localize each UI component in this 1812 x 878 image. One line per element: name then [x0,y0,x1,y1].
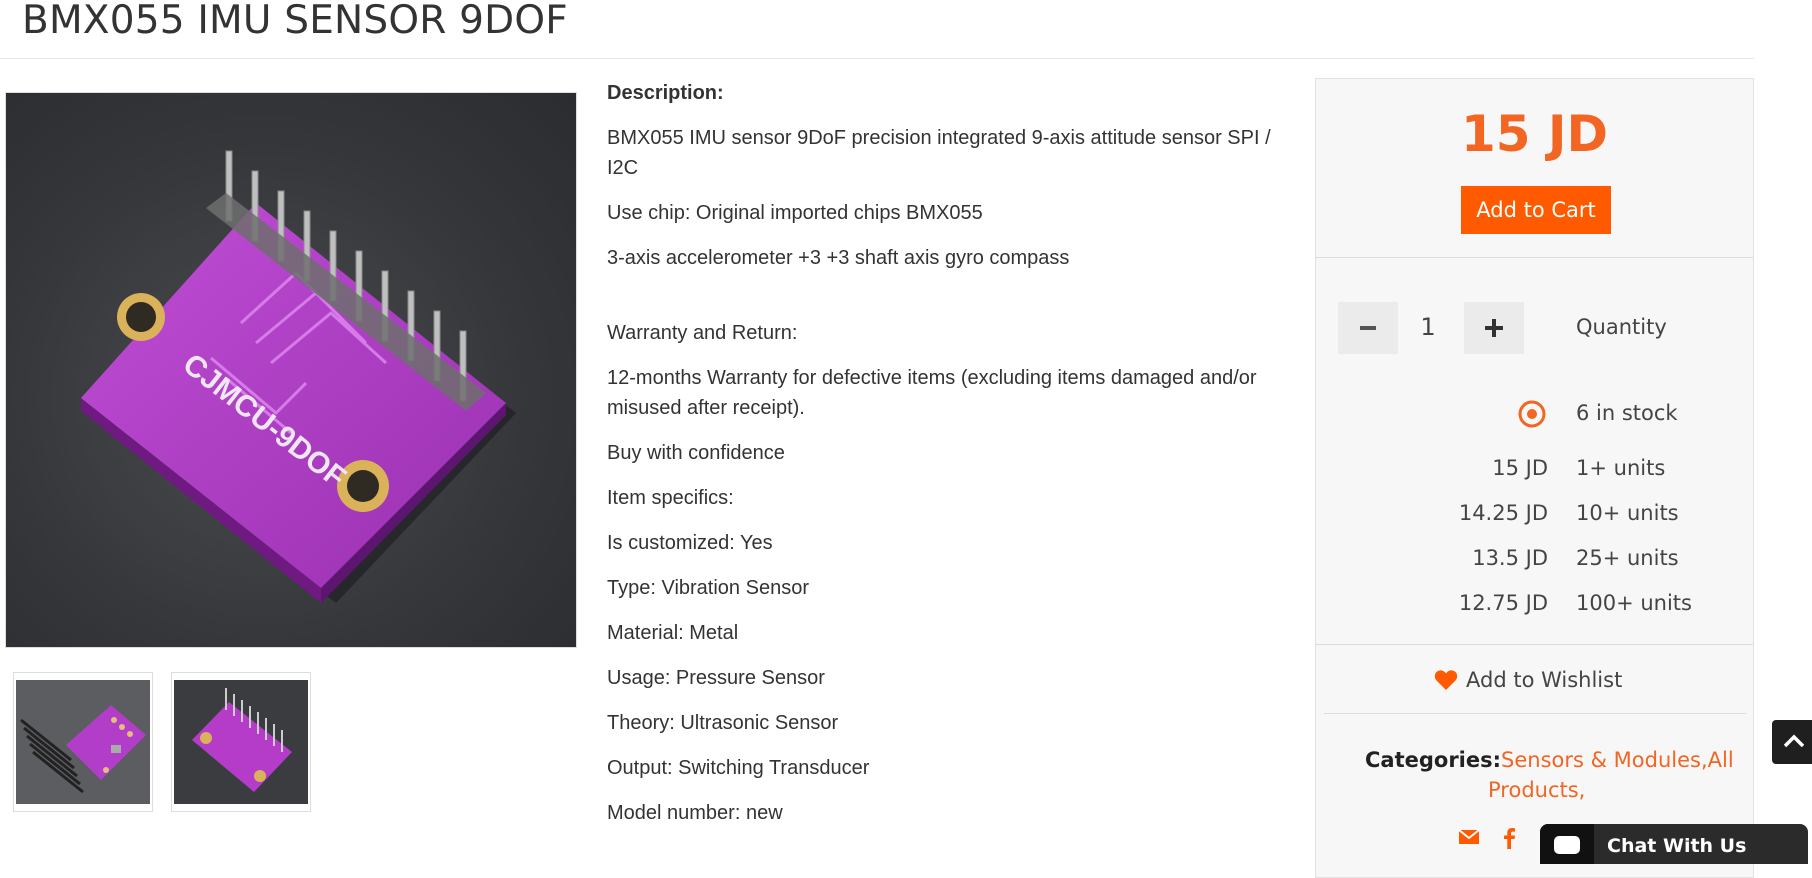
add-to-cart-button[interactable]: Add to Cart [1461,186,1611,234]
quantity-decrease-button[interactable] [1338,302,1398,354]
stock-radio-icon [1518,400,1546,428]
description-line: 12-months Warranty for defective items (… [607,367,1257,419]
thumbnail-photo-angled-view [192,688,292,792]
tier-units: 25+ units [1576,546,1679,570]
purchase-panel: 15 JD Add to Cart Quantity 6 in stock 15… [1315,78,1754,878]
thumbnail-2[interactable] [171,672,311,812]
spec-line: Output: Switching Transducer [607,757,870,779]
tier-price: 12.75 JD [1458,591,1548,615]
tier-price: 14.25 JD [1458,501,1548,525]
chat-bubble-icon [1554,836,1580,854]
panel-divider [1324,713,1746,714]
panel-divider [1316,257,1753,258]
product-photo: CJMCU-9DOF [81,150,516,603]
description-line: Item specifics: [607,487,734,509]
chevron-up-icon [1783,734,1805,748]
spec-line: Material: Metal [607,622,739,644]
warranty-heading: Warranty and Return: [607,322,798,344]
tier-units: 100+ units [1576,591,1692,615]
spec-line: Theory: Ultrasonic Sensor [607,712,839,734]
heart-icon [1434,670,1458,690]
description-line: Use chip: Original imported chips BMX055 [607,202,983,224]
tier-price: 13.5 JD [1472,546,1548,570]
spec-line: Usage: Pressure Sensor [607,667,825,689]
spec-line: Model number: new [607,802,783,824]
description-line: 3-axis accelerometer +3 +3 shaft axis gy… [607,247,1070,269]
stock-status: 6 in stock [1576,401,1678,425]
description-heading: Description: [607,82,724,104]
categories-label: Categories: [1365,748,1502,772]
email-icon[interactable] [1458,827,1480,845]
description-line: BMX055 IMU sensor 9DoF precision integra… [607,127,1271,179]
thumbnail-photo-top-view [20,705,146,794]
wishlist-label: Add to Wishlist [1466,668,1623,692]
quantity-increase-button[interactable] [1464,302,1524,354]
minus-icon [1360,326,1376,330]
product-description: Description: BMX055 IMU sensor 9DoF prec… [607,78,1297,843]
spec-line: Type: Vibration Sensor [607,577,809,599]
chat-widget[interactable]: Chat With Us [1540,824,1808,864]
page-title: BMX055 IMU SENSOR 9DOF [22,0,568,43]
quantity-label: Quantity [1576,315,1667,339]
tier-price: 15 JD [1492,456,1548,480]
share-icons [1458,827,1516,849]
facebook-icon[interactable] [1502,827,1516,849]
product-categories: Categories: Sensors & Modules,All Produc… [1365,745,1735,805]
quantity-input[interactable] [1400,307,1456,347]
tier-units: 10+ units [1576,501,1679,525]
spec-line: Is customized: Yes [607,532,773,554]
back-to-top-button[interactable] [1772,720,1812,764]
product-price: 15 JD [1460,105,1609,163]
thumbnail-1[interactable] [13,672,153,812]
chat-icon-container [1540,824,1594,864]
title-divider [0,58,1754,59]
tier-units: 1+ units [1576,456,1666,480]
category-links[interactable]: Sensors & Modules,All Products, [1488,748,1734,802]
panel-divider [1316,644,1753,645]
product-main-image[interactable]: CJMCU-9DOF [5,92,577,648]
description-line: Buy with confidence [607,442,785,464]
add-to-wishlist-link[interactable]: Add to Wishlist [1434,668,1622,692]
